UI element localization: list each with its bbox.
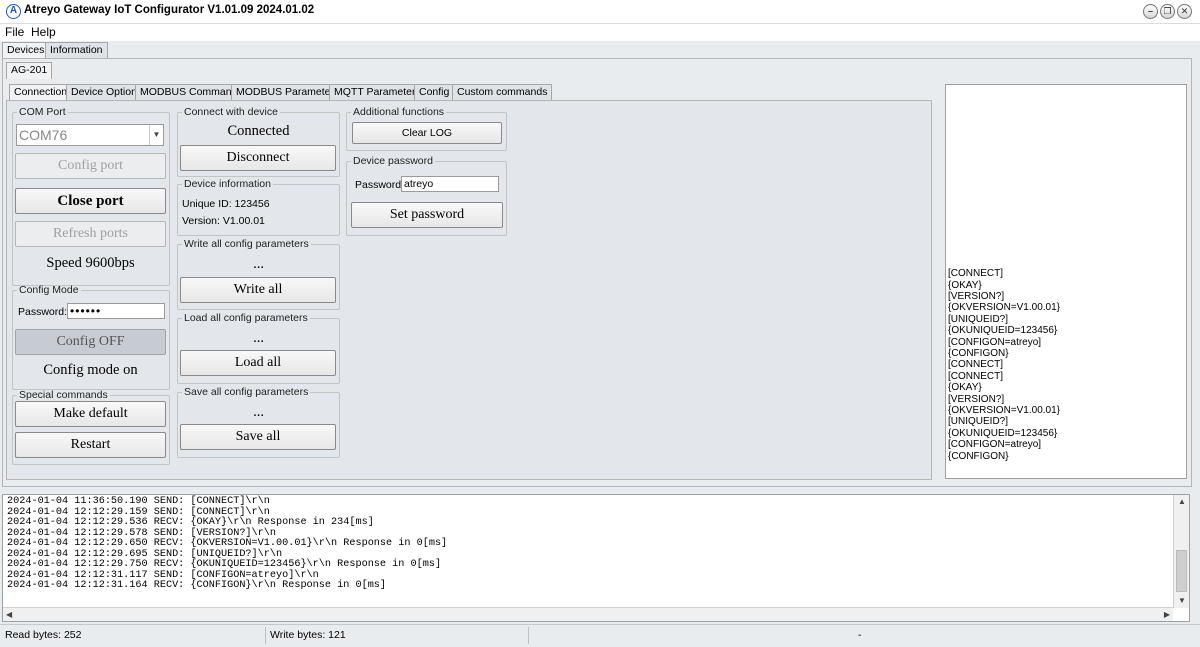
device-password-field[interactable]: atreyo xyxy=(401,176,499,192)
device-password-legend: Device password xyxy=(353,155,433,167)
load-all-legend: Load all config parameters xyxy=(184,312,308,324)
connection-status: Connected xyxy=(227,123,290,139)
version-label: Version: V1.00.01 xyxy=(182,215,265,227)
load-all-button[interactable]: Load all xyxy=(180,350,336,376)
config-password-label: Password: xyxy=(18,306,68,318)
scroll-up-icon[interactable]: ▲ xyxy=(1178,497,1186,506)
restart-button[interactable]: Restart xyxy=(15,432,166,458)
clear-log-button[interactable]: Clear LOG xyxy=(352,122,502,144)
unique-id-label: Unique ID: 123456 xyxy=(182,198,270,210)
save-all-status: ... xyxy=(253,404,264,420)
tab-mqtt-parameters[interactable]: MQTT Parameters xyxy=(329,84,426,101)
config-port-button[interactable]: Config port xyxy=(15,153,166,179)
scroll-right-icon[interactable]: ▶ xyxy=(1164,610,1170,619)
read-bytes-status: Read bytes: 252 xyxy=(5,629,82,641)
restore-icon[interactable]: ❐ xyxy=(1160,4,1175,19)
additional-functions-legend: Additional functions xyxy=(353,106,445,118)
communication-log-text: 2024-01-04 11:36:50.190 SEND: [CONNECT]\… xyxy=(7,496,448,591)
com-port-value: COM76 xyxy=(19,127,68,143)
scroll-left-icon[interactable]: ◀ xyxy=(6,610,12,619)
make-default-button[interactable]: Make default xyxy=(15,401,166,427)
status-bar: Read bytes: 252 Write bytes: 121 - xyxy=(0,624,1200,647)
tab-information[interactable]: Information xyxy=(45,42,108,59)
log-scroll-thumb[interactable] xyxy=(1176,550,1187,592)
refresh-ports-button[interactable]: Refresh ports xyxy=(15,221,166,247)
log-vertical-scrollbar[interactable]: ▲ ▼ xyxy=(1173,495,1189,608)
tab-device-ag201[interactable]: AG-201 xyxy=(6,62,53,79)
device-response-log[interactable]: [CONNECT] {OKAY} [VERSION?] {OKVERSION=V… xyxy=(945,84,1187,479)
com-port-legend: COM Port xyxy=(19,106,66,118)
scroll-down-icon[interactable]: ▼ xyxy=(1178,596,1186,605)
menu-bar: File Help xyxy=(0,24,1200,41)
config-password-field[interactable]: •••••• xyxy=(67,303,165,319)
special-commands-legend: Special commands xyxy=(19,389,108,401)
write-all-status: ... xyxy=(253,256,264,272)
disconnect-button[interactable]: Disconnect xyxy=(180,145,336,171)
log-horizontal-scrollbar[interactable]: ◀ ▶ xyxy=(3,607,1173,621)
tab-custom-commands[interactable]: Custom commands xyxy=(452,84,553,101)
menu-help[interactable]: Help xyxy=(31,25,56,39)
save-all-button[interactable]: Save all xyxy=(180,424,336,450)
config-mode-legend: Config Mode xyxy=(19,284,79,296)
load-all-status: ... xyxy=(253,330,264,346)
com-port-select[interactable]: COM76 ▼ xyxy=(16,124,164,146)
minimize-icon[interactable]: – xyxy=(1143,4,1158,19)
tab-device-option[interactable]: Device Option xyxy=(66,84,142,101)
speed-label: Speed 9600bps xyxy=(46,255,135,271)
connect-legend: Connect with device xyxy=(184,106,278,118)
write-bytes-status: Write bytes: 121 xyxy=(270,629,346,641)
save-all-legend: Save all config parameters xyxy=(184,386,309,398)
tab-modbus-parameters[interactable]: MODBUS Parameters xyxy=(231,84,345,101)
chevron-down-icon[interactable]: ▼ xyxy=(149,125,163,145)
device-info-legend: Device information xyxy=(184,178,271,190)
menu-file[interactable]: File xyxy=(5,25,24,39)
config-off-button[interactable]: Config OFF xyxy=(15,329,166,355)
title-bar: A Atreyo Gateway IoT Configurator V1.01.… xyxy=(0,0,1200,24)
window-title: Atreyo Gateway IoT Configurator V1.01.09… xyxy=(24,4,315,16)
status-divider xyxy=(265,627,266,644)
app-logo-icon: A xyxy=(6,4,21,19)
close-icon[interactable]: ✕ xyxy=(1177,4,1192,19)
extra-status: - xyxy=(858,629,862,641)
device-password-label: Password: xyxy=(355,179,405,191)
tab-devices[interactable]: Devices xyxy=(2,42,50,59)
tab-connection[interactable]: Connection xyxy=(9,84,73,101)
config-mode-status: Config mode on xyxy=(43,362,138,378)
write-all-button[interactable]: Write all xyxy=(180,277,336,303)
communication-log[interactable]: 2024-01-04 11:36:50.190 SEND: [CONNECT]\… xyxy=(2,494,1190,622)
write-all-legend: Write all config parameters xyxy=(184,238,309,250)
set-password-button[interactable]: Set password xyxy=(351,202,503,228)
tab-config[interactable]: Config xyxy=(414,84,455,101)
close-port-button[interactable]: Close port xyxy=(15,188,166,214)
status-divider xyxy=(528,627,529,644)
device-response-log-text: [CONNECT] {OKAY} [VERSION?] {OKVERSION=V… xyxy=(948,268,1061,462)
